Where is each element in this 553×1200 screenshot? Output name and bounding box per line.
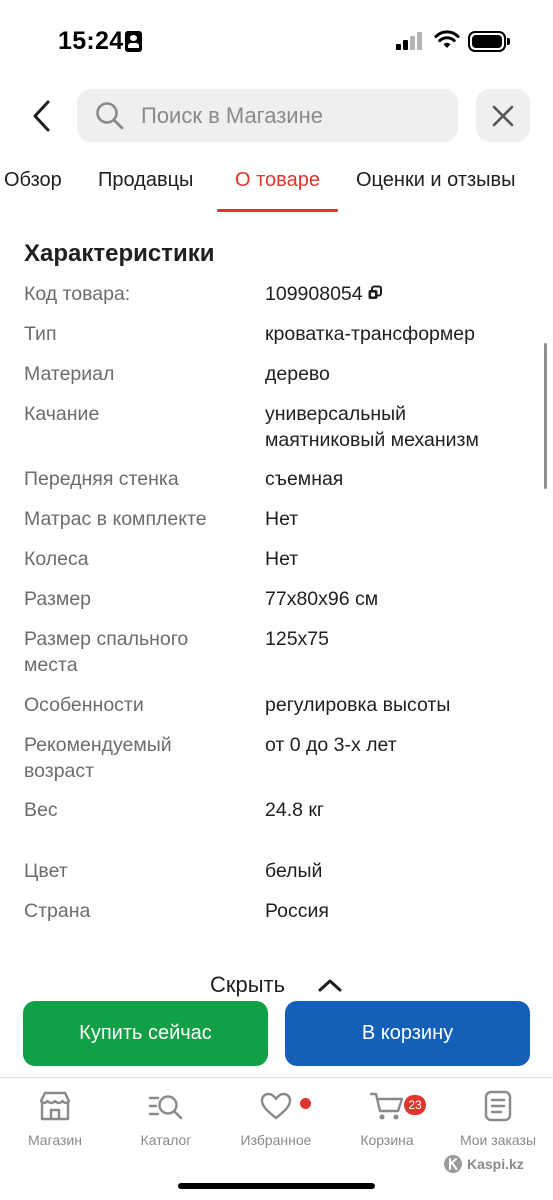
spec-label: Вес — [24, 799, 58, 821]
kaspi-logo-icon — [444, 1155, 462, 1173]
product-tabs: Обзор Продавцы О товаре Оценки и отзывы — [0, 160, 553, 212]
active-tab-indicator — [217, 209, 338, 212]
spec-value: Нет — [265, 508, 299, 530]
spec-label: Код товара: — [24, 283, 131, 305]
spec-label: Размер спального места — [24, 628, 189, 676]
nav-item-favorites[interactable]: Избранное — [221, 1090, 331, 1148]
spec-value: белый — [265, 860, 323, 882]
spec-value: от 0 до 3-х лет — [265, 734, 397, 756]
nav-label: Корзина — [360, 1132, 414, 1148]
spec-label: Материал — [24, 363, 115, 385]
spec-value: универсальный маятниковый механизм — [265, 403, 479, 451]
nav-item-store[interactable]: Магазин — [0, 1090, 110, 1148]
orders-icon — [484, 1090, 512, 1122]
bottom-nav: Магазин Каталог Избранное 23 Корзина Мои… — [0, 1077, 553, 1200]
spec-value: кроватка-трансформер — [265, 323, 475, 345]
nav-label: Мои заказы — [459, 1132, 537, 1148]
tab-about-product[interactable]: О товаре — [235, 169, 320, 192]
catalog-search-icon — [148, 1095, 183, 1120]
contact-card-icon — [125, 31, 142, 52]
close-icon — [492, 105, 514, 126]
spec-value: 77x80x96 см — [265, 588, 379, 610]
watermark: Kaspi.kz — [443, 1152, 524, 1176]
spec-value: 109908054 — [265, 281, 530, 307]
spec-label: Размер — [24, 588, 92, 610]
store-icon — [39, 1091, 71, 1121]
spec-value: Нет — [265, 548, 299, 570]
watermark-text: Kaspi.kz — [467, 1156, 524, 1172]
tab-sellers[interactable]: Продавцы — [98, 169, 193, 192]
nav-item-catalog[interactable]: Каталог — [111, 1090, 221, 1148]
cart-badge-count: 23 — [404, 1095, 426, 1115]
status-time: 15:24 — [58, 27, 124, 55]
chevron-left-icon — [33, 100, 50, 132]
spec-label: Рекомендуемый возраст — [24, 734, 172, 782]
cart-icon — [369, 1092, 404, 1120]
spec-label: Матрас в комплекте — [24, 508, 207, 530]
spec-label: Колеса — [24, 548, 89, 570]
spec-label: Страна — [24, 900, 91, 922]
tab-overview[interactable]: Обзор — [4, 169, 62, 192]
home-indicator[interactable] — [178, 1183, 375, 1189]
battery-icon — [468, 31, 510, 52]
copy-icon[interactable] — [367, 285, 383, 301]
search-placeholder: Поиск в Магазине — [141, 103, 323, 128]
favorites-badge-dot — [300, 1098, 311, 1109]
scrollbar[interactable] — [544, 343, 547, 489]
search-input[interactable]: Поиск в Магазине — [77, 89, 458, 142]
chevron-up-icon — [318, 979, 342, 992]
spec-value: Россия — [265, 900, 329, 922]
close-search-button[interactable] — [476, 89, 530, 142]
heart-icon — [260, 1092, 292, 1120]
nav-label: Магазин — [27, 1132, 82, 1148]
spec-label: Особенности — [24, 694, 144, 716]
spec-value: дерево — [265, 363, 330, 385]
section-title: Характеристики — [24, 240, 215, 267]
spec-value: 24.8 кг — [265, 799, 325, 821]
cellular-signal-icon — [396, 32, 424, 50]
wifi-icon — [434, 30, 460, 48]
back-button[interactable] — [20, 94, 64, 138]
spec-label: Цвет — [24, 860, 68, 882]
tab-reviews[interactable]: Оценки и отзывы — [356, 169, 516, 192]
nav-item-orders[interactable]: Мои заказы — [443, 1090, 553, 1148]
status-bar: 15:24 — [0, 0, 553, 80]
spec-label: Качание — [24, 403, 100, 425]
spec-value: 125x75 — [265, 628, 329, 650]
buy-now-button[interactable]: Купить сейчас — [23, 1001, 268, 1066]
nav-label: Каталог — [140, 1132, 192, 1148]
spec-value: регулировка высоты — [265, 694, 451, 716]
product-code: 109908054 — [265, 283, 363, 305]
spec-value: съемная — [265, 468, 344, 490]
hide-label: Скрыть — [210, 972, 286, 997]
add-to-cart-button[interactable]: В корзину — [285, 1001, 530, 1066]
hide-specs-toggle[interactable]: Скрыть — [210, 972, 350, 998]
spec-label: Передняя стенка — [24, 468, 179, 490]
nav-item-cart[interactable]: 23 Корзина — [332, 1090, 442, 1148]
search-icon — [96, 102, 124, 130]
spec-label: Тип — [24, 323, 57, 345]
nav-label: Избранное — [240, 1132, 312, 1148]
